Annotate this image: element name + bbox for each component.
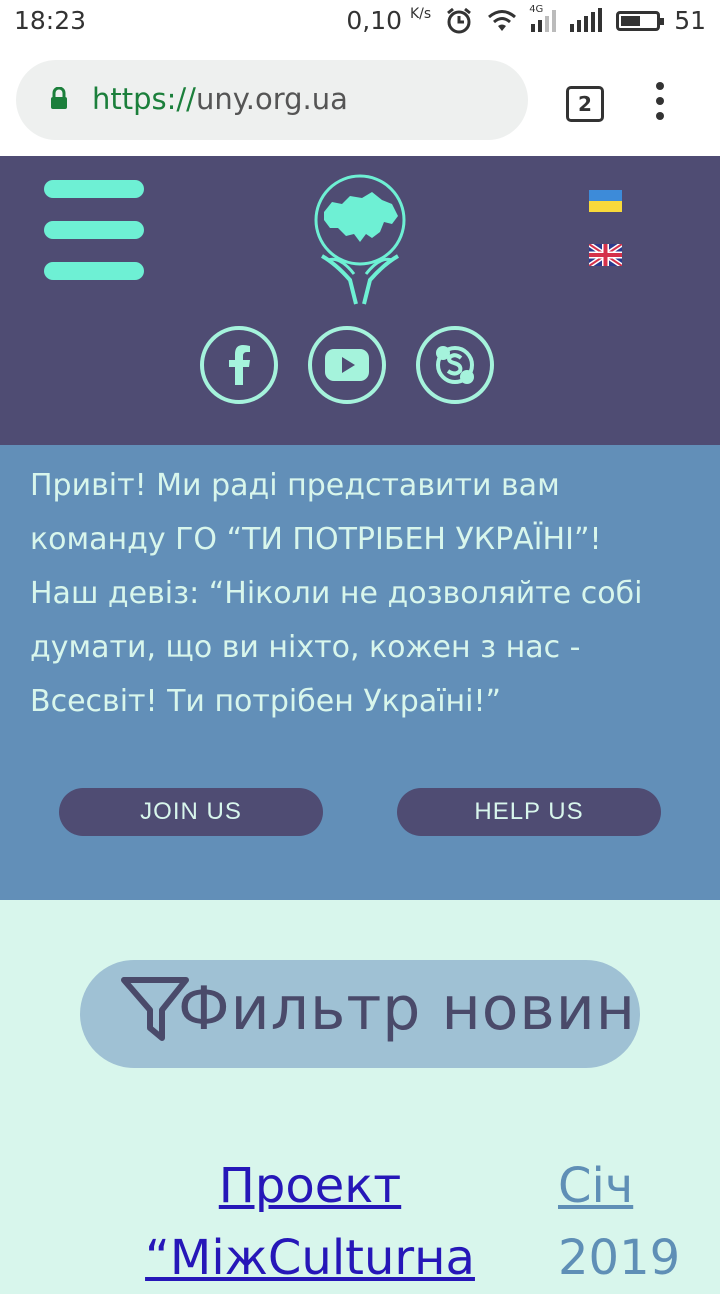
- battery-level: 51: [674, 6, 706, 35]
- help-us-button[interactable]: HELP US: [397, 788, 661, 836]
- skype-icon[interactable]: [416, 326, 494, 404]
- alarm-icon: [447, 7, 472, 33]
- filter-label: Фильтр новин: [178, 974, 636, 1044]
- status-bar: 18:23 0,10 K/s 4G 51: [0, 0, 720, 44]
- news-filter-button[interactable]: Фильтр новин: [80, 960, 640, 1068]
- news-date-year: 2019: [558, 1230, 681, 1286]
- status-time: 18:23: [14, 6, 87, 35]
- menu-kebab-icon[interactable]: [656, 82, 666, 120]
- english-flag-icon[interactable]: [589, 244, 622, 266]
- tab-switcher-button[interactable]: 2: [566, 86, 604, 122]
- hamburger-menu-button[interactable]: [44, 180, 146, 280]
- social-links: [200, 326, 494, 404]
- status-icons: 0,10 K/s 4G 51: [346, 4, 706, 36]
- facebook-icon[interactable]: [200, 326, 278, 404]
- network-speed: 0,10 K/s: [346, 6, 432, 35]
- join-us-button[interactable]: JOIN US: [59, 788, 323, 836]
- battery-icon: [616, 10, 665, 31]
- signal-icon: [570, 7, 603, 32]
- url-text: https://uny.org.ua: [92, 82, 348, 116]
- ukrainian-flag-icon[interactable]: [589, 190, 622, 212]
- browser-toolbar: https://uny.org.ua 2: [0, 44, 720, 156]
- signal-4g-icon: 4G: [529, 4, 557, 32]
- intro-motto: Наш девіз: “Ніколи не дозволяйте собі ду…: [30, 576, 643, 719]
- intro-text: Привіт! Ми раді представити вам команду …: [30, 459, 700, 729]
- news-item-date: Січ 2019: [558, 1150, 680, 1294]
- news-date-month[interactable]: Січ: [558, 1150, 680, 1222]
- wifi-icon: [488, 9, 517, 31]
- intro-greeting: Привіт! Ми раді представити вам команду …: [30, 468, 602, 557]
- intro-section: Привіт! Ми раді представити вам команду …: [0, 445, 720, 900]
- address-bar[interactable]: https://uny.org.ua: [16, 60, 528, 140]
- youtube-icon[interactable]: [308, 326, 386, 404]
- lock-icon: [51, 87, 67, 109]
- news-item-title[interactable]: Проект “МіжCulturна: [110, 1150, 510, 1294]
- logo-icon[interactable]: [310, 172, 410, 312]
- site-header: [0, 156, 720, 445]
